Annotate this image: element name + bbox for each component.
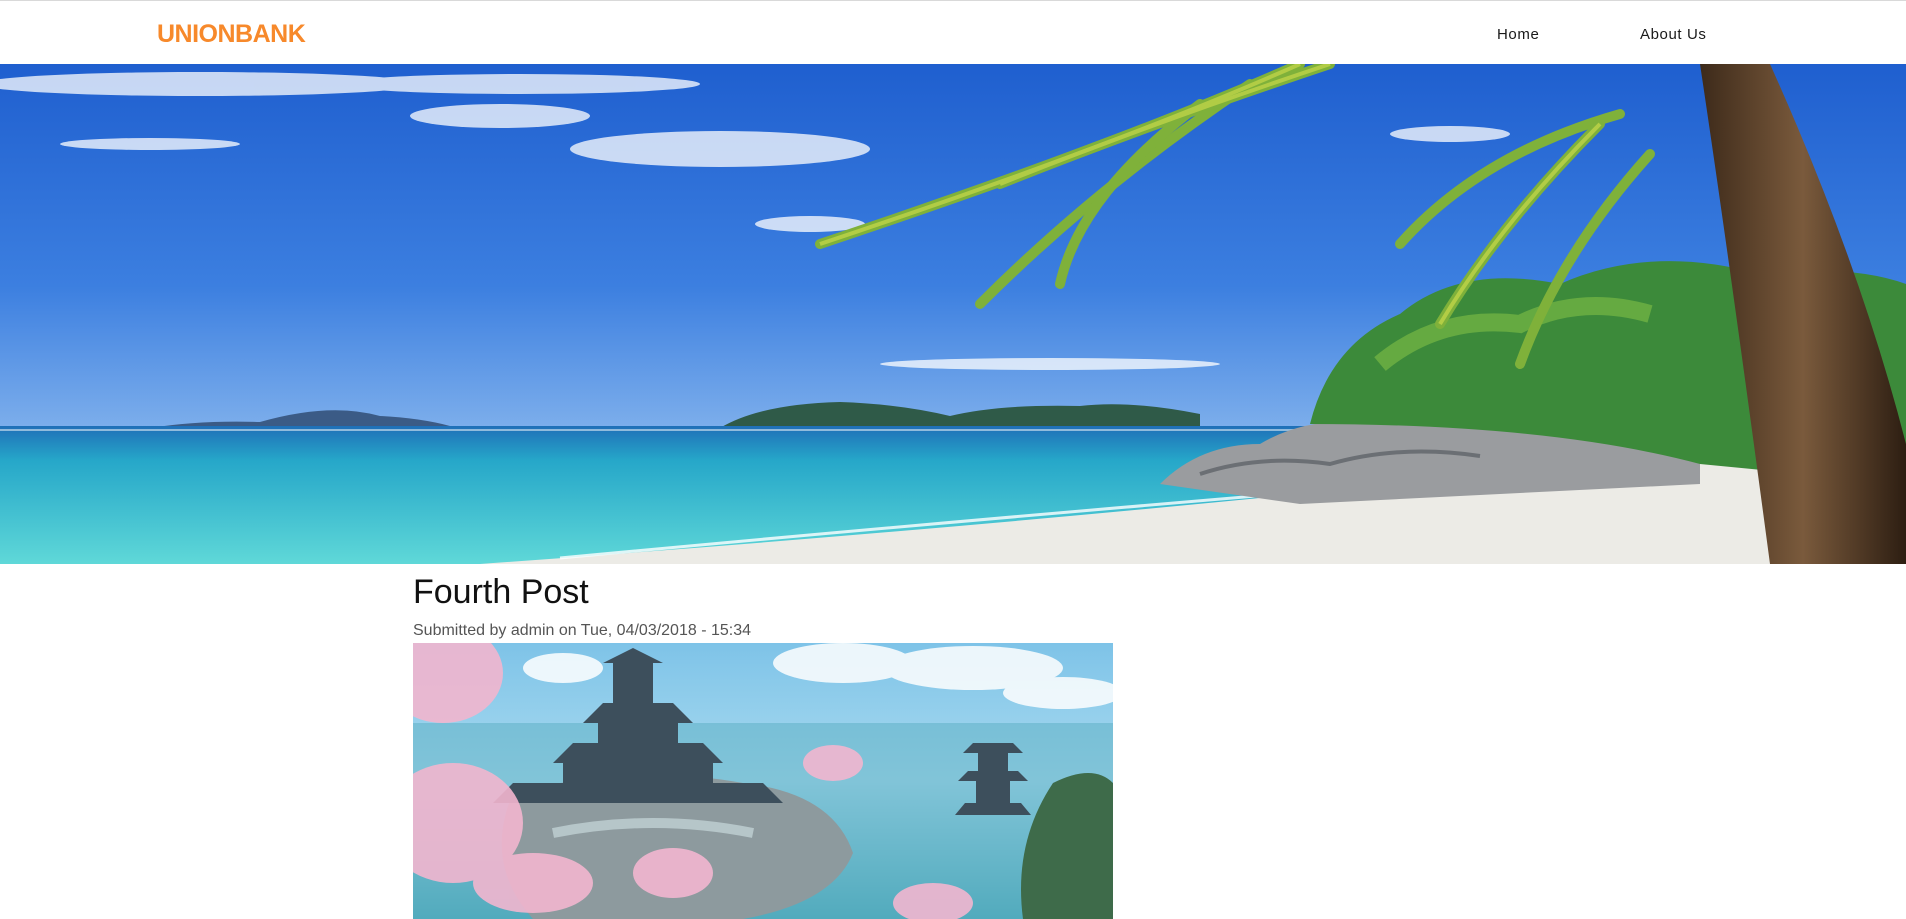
post-submitted-meta: Submitted by admin on Tue, 04/03/2018 - …	[413, 622, 752, 639]
hero-banner-image	[0, 64, 1906, 564]
nav-link-home[interactable]: Home	[1497, 26, 1539, 43]
post-image	[413, 643, 1113, 919]
site-logo[interactable]: UNIONBANK	[157, 20, 306, 49]
site-header: UNIONBANK Home About Us	[0, 1, 1906, 64]
post-title: Fourth Post	[413, 573, 589, 611]
nav-link-about-us[interactable]: About Us	[1640, 26, 1707, 43]
